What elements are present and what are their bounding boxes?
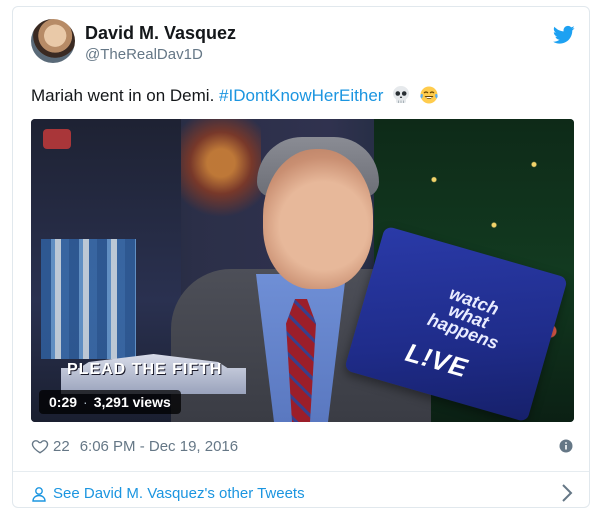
info-icon[interactable] <box>559 439 573 453</box>
badge-separator: · <box>83 394 88 410</box>
network-logo-icon <box>43 129 71 149</box>
video-bookshelf <box>41 239 136 359</box>
tweet-text: Mariah went in on Demi. #IDontKnowHerEit… <box>31 85 439 106</box>
heart-icon[interactable] <box>31 437 49 455</box>
tweet-body: Mariah went in on Demi. <box>31 86 215 105</box>
video-logo-text: PLEAD THE FIFTH <box>67 361 223 378</box>
video-duration-badge: 0:29 · 3,291 views <box>39 390 181 414</box>
twitter-bird-icon[interactable] <box>553 25 575 45</box>
video-views: 3,291 views <box>93 394 171 410</box>
tweet-card: David M. Vasquez @TheRealDav1D Mariah we… <box>12 6 590 508</box>
see-other-tweets-link[interactable]: See David M. Vasquez's other Tweets <box>31 485 305 502</box>
author-name[interactable]: David M. Vasquez <box>85 23 236 44</box>
like-count[interactable]: 22 <box>53 438 70 455</box>
see-other-tweets-label[interactable]: See David M. Vasquez's other Tweets <box>53 485 305 502</box>
video-lights <box>181 119 261 229</box>
author-handle[interactable]: @TheRealDav1D <box>85 46 203 63</box>
video-duration: 0:29 <box>49 394 78 410</box>
avatar[interactable] <box>31 19 75 63</box>
tweet-timestamp[interactable]: 6:06 PM - Dec 19, 2016 <box>80 438 238 455</box>
video-player[interactable]: watch what happens L!VE PLEAD THE FIFTH … <box>31 119 574 422</box>
skull-emoji-icon <box>393 86 410 103</box>
chevron-right-icon[interactable] <box>561 483 573 503</box>
person-icon <box>32 486 46 502</box>
tweet-meta: 22 6:06 PM - Dec 19, 2016 <box>31 437 238 455</box>
video-card-live: L!VE <box>402 337 472 384</box>
tears-of-joy-emoji-icon <box>420 86 438 104</box>
video-host-head <box>263 149 373 289</box>
hashtag-link[interactable]: #IDontKnowHerEither <box>219 86 383 105</box>
footer-divider <box>13 471 589 472</box>
